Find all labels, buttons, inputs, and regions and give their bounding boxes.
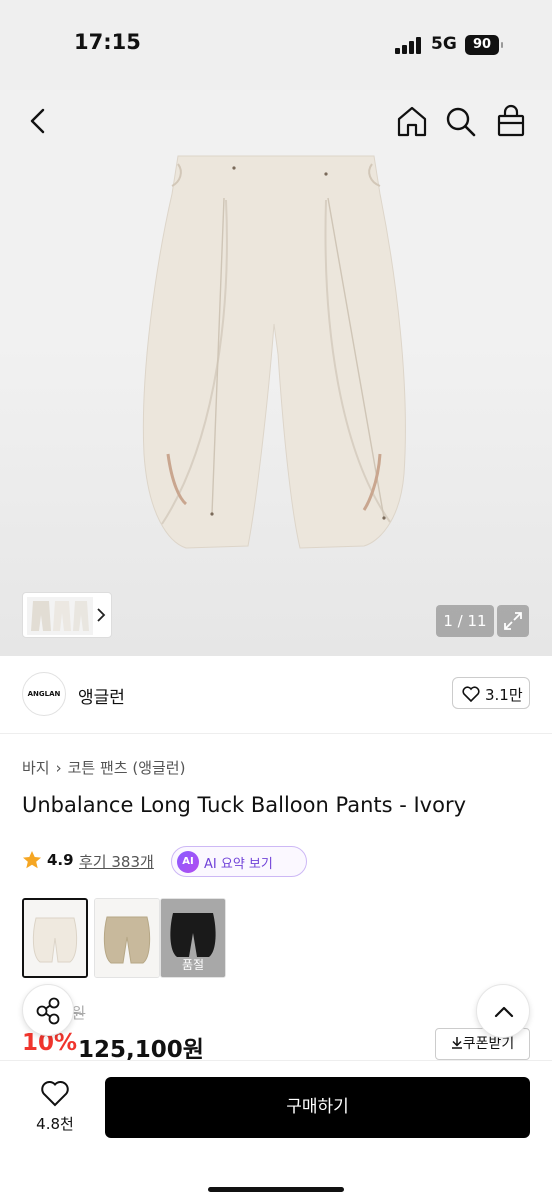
price-row: 0원 10% 125,100원 쿠폰받기 <box>22 1000 532 1063</box>
battery-icon: 90 <box>465 35 503 55</box>
expand-icon[interactable] <box>497 605 529 637</box>
brand-like-button[interactable]: 3.1만 <box>452 677 530 709</box>
variant-image <box>95 899 159 977</box>
variant-ivory[interactable] <box>22 898 88 978</box>
brand-row[interactable]: ANGLAN 앵글런 3.1만 <box>0 656 552 734</box>
ai-icon: AI <box>177 851 199 873</box>
breadcrumb-category[interactable]: 바지 <box>22 759 50 777</box>
chevron-right-icon <box>97 608 106 622</box>
product-image-gallery[interactable]: 1 / 11 <box>0 90 552 656</box>
sale-price: 125,100원 <box>78 1037 204 1063</box>
ai-summary-button[interactable]: AI AI 요약 보기 <box>171 846 307 877</box>
variant-beige[interactable] <box>94 898 160 978</box>
heart-icon <box>462 686 480 702</box>
brand-name[interactable]: 앵글런 <box>78 683 125 708</box>
thumbnail-strip[interactable] <box>22 592 112 638</box>
chevron-right-icon: › <box>55 759 62 777</box>
home-indicator <box>208 1187 344 1192</box>
rating-value: 4.9 <box>47 851 74 869</box>
search-icon[interactable] <box>445 104 477 138</box>
chevron-left-icon[interactable] <box>22 104 56 138</box>
breadcrumb-subcategory[interactable]: 코튼 팬츠 (앵글런) <box>68 759 186 777</box>
signal-icon <box>395 36 423 54</box>
buy-button[interactable]: 구매하기 <box>105 1077 530 1138</box>
variant-black[interactable]: 품절 <box>160 898 226 978</box>
review-link[interactable]: 후기 383개 <box>79 851 154 872</box>
product-image <box>142 155 406 549</box>
heart-icon <box>41 1080 69 1107</box>
share-icon <box>36 997 60 1025</box>
home-icon[interactable] <box>396 104 428 138</box>
variant-image <box>24 900 86 976</box>
chevron-up-icon <box>494 1006 514 1018</box>
wish-count: 4.8천 <box>36 1115 74 1133</box>
download-icon <box>451 1037 462 1049</box>
thumbnail-image <box>27 597 93 635</box>
product-title: Unbalance Long Tuck Balloon Pants - Ivor… <box>22 793 467 817</box>
rating-row: 4.9 후기 383개 AI AI 요약 보기 <box>22 846 542 878</box>
scroll-top-button[interactable] <box>476 984 530 1038</box>
network-type: 5G <box>431 34 457 54</box>
status-bar: 17:15 5G 90 <box>0 0 552 90</box>
brand-like-count: 3.1만 <box>485 686 523 704</box>
shopping-bag-icon[interactable] <box>495 104 527 138</box>
wish-button[interactable]: 4.8천 <box>30 1079 80 1139</box>
breadcrumb: 바지 › 코튼 팬츠 (앵글런) <box>22 757 185 778</box>
image-counter: 1 / 11 <box>436 605 494 637</box>
bottom-action-bar: 4.8천 구매하기 <box>0 1060 552 1200</box>
soldout-label: 품절 <box>181 958 205 972</box>
share-button[interactable] <box>22 984 74 1036</box>
brand-logo[interactable]: ANGLAN <box>22 672 66 716</box>
color-variants: 품절 <box>22 898 232 978</box>
ai-summary-label: AI 요약 보기 <box>204 857 273 872</box>
status-time: 17:15 <box>74 30 141 54</box>
star-icon <box>23 851 41 869</box>
